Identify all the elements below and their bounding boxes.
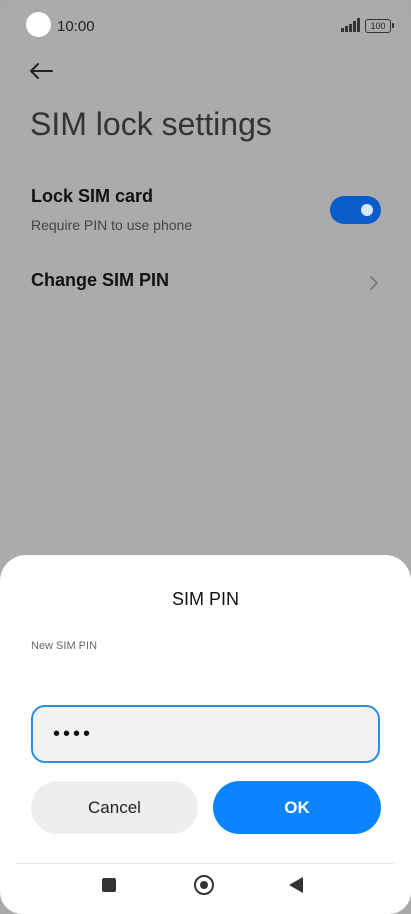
status-bar: 10:00 100	[0, 12, 411, 40]
pin-input[interactable]: ••••	[31, 705, 380, 763]
pin-masked-value: ••••	[53, 723, 94, 745]
lock-sim-row[interactable]: Lock SIM card Require PIN to use phone	[0, 186, 411, 246]
new-pin-label: New SIM PIN	[31, 640, 98, 652]
dialog-title: SIM PIN	[171, 589, 239, 609]
cancel-button[interactable]: Cancel	[31, 781, 198, 834]
camera-cutout	[26, 12, 51, 37]
navigation-bar	[0, 864, 411, 914]
recents-icon[interactable]	[102, 878, 116, 892]
page-title: SIM lock settings	[30, 106, 272, 142]
status-time: 10:00	[57, 18, 95, 35]
change-sim-pin-title: Change SIM PIN	[31, 270, 170, 290]
signal-icon	[341, 18, 360, 32]
change-sim-pin-row[interactable]: Change SIM PIN	[0, 270, 411, 300]
chevron-right-icon	[367, 272, 381, 294]
lock-sim-toggle[interactable]	[330, 196, 381, 224]
back-arrow-icon[interactable]	[26, 56, 56, 86]
home-icon[interactable]	[194, 875, 214, 895]
sim-pin-dialog: SIM PIN New SIM PIN •••• Cancel OK	[0, 555, 411, 914]
toggle-knob	[361, 204, 373, 216]
lock-sim-subtitle: Require PIN to use phone	[31, 217, 193, 233]
battery-icon: 100	[365, 19, 394, 33]
ok-button[interactable]: OK	[213, 781, 381, 834]
screen: 10:00 100 SIM lock settings Lock SIM car…	[0, 0, 411, 914]
nav-back-icon[interactable]	[289, 877, 303, 893]
lock-sim-title: Lock SIM card	[31, 186, 154, 206]
